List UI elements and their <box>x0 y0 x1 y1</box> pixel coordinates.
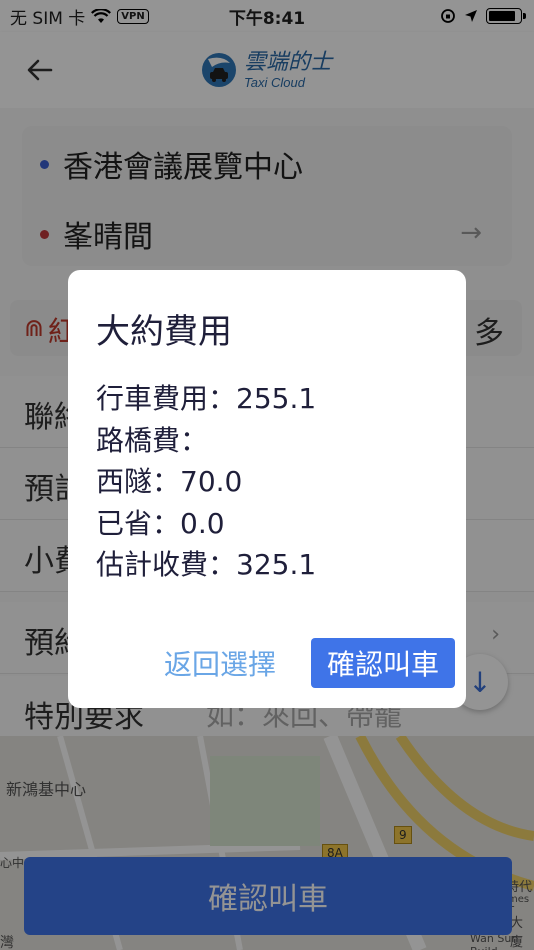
fee-breakdown: 行車費用：255.1 路橋費： 西隧：70.0 已省：0.0 估計收費：325.… <box>96 378 316 586</box>
fee-line-driving: 行車費用：255.1 <box>96 382 317 415</box>
fee-line-saved: 已省：0.0 <box>96 506 225 540</box>
fee-line-total: 估計收費：325.1 <box>96 548 317 581</box>
fare-estimate-dialog: 大約費用 行車費用：255.1 路橋費： 西隧：70.0 已省：0.0 估計收費… <box>68 270 466 708</box>
dialog-confirm-button[interactable]: 確認叫車 <box>311 638 455 688</box>
fee-line-toll-header: 路橋費： <box>96 423 209 457</box>
fee-line-tunnel: 西隧：70.0 <box>96 465 243 498</box>
dialog-title: 大約費用 <box>96 312 232 352</box>
return-to-selection-button[interactable]: 返回選擇 <box>164 638 276 688</box>
